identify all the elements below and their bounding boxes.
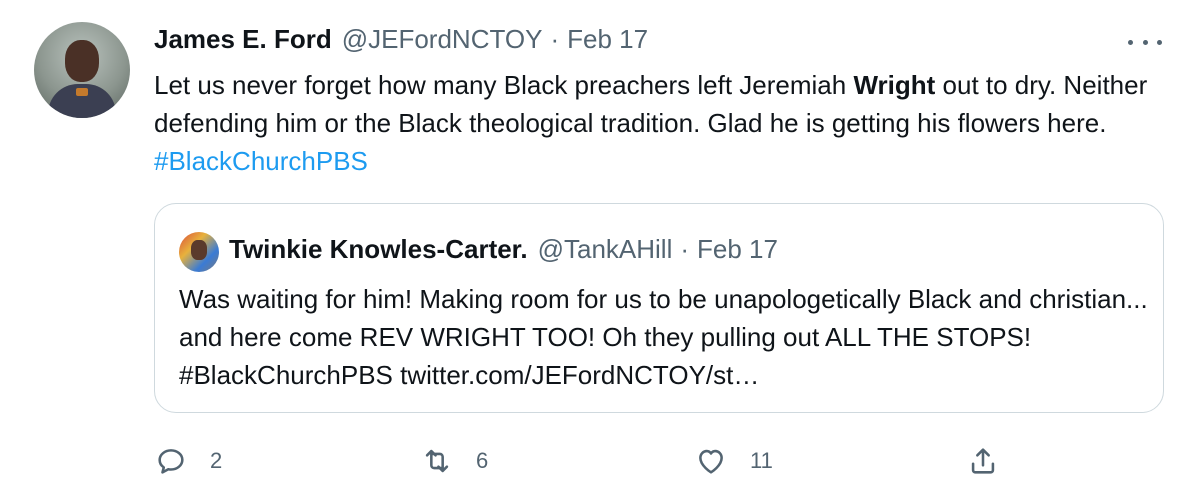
tweet-actions: 2 6 11	[0, 436, 1194, 486]
more-dot	[1157, 39, 1162, 45]
author-avatar[interactable]	[34, 22, 130, 118]
quote-author-avatar[interactable]	[179, 232, 219, 272]
quote-date[interactable]: Feb 17	[697, 234, 778, 265]
avatar-bowtie	[76, 88, 88, 96]
reply-count: 2	[210, 448, 223, 473]
retweet-count: 6	[476, 448, 489, 473]
author-handle[interactable]: @JEFordNCTOY	[342, 24, 543, 55]
tweet-text-bold: Wright	[853, 70, 936, 100]
share-icon	[971, 448, 995, 474]
more-dot	[1128, 39, 1133, 45]
heart-icon	[699, 449, 723, 474]
quote-author-name[interactable]: Twinkie Knowles-Carter.	[229, 234, 528, 265]
quote-text: Was waiting for him! Making room for us …	[179, 284, 1148, 390]
retweet-button[interactable]: 6	[420, 436, 488, 486]
more-dot	[1142, 39, 1148, 45]
tweet-header: James E. Ford @JEFordNCTOY · Feb 17	[154, 24, 648, 60]
tweet-date[interactable]: Feb 17	[567, 24, 648, 55]
quoted-tweet[interactable]: Twinkie Knowles-Carter. @TankAHill · Feb…	[154, 203, 1164, 413]
separator-dot: ·	[550, 24, 560, 54]
retweet-icon	[425, 449, 449, 473]
reply-button[interactable]: 2	[154, 436, 222, 486]
author-name[interactable]: James E. Ford	[154, 24, 332, 55]
more-horizontal-icon[interactable]	[1128, 30, 1162, 54]
avatar-head	[65, 40, 99, 82]
like-button[interactable]: 11	[694, 436, 773, 486]
like-count: 11	[750, 448, 773, 473]
quote-header: Twinkie Knowles-Carter. @TankAHill · Feb…	[229, 234, 778, 265]
hashtag-link[interactable]: #BlackChurchPBS	[154, 146, 368, 176]
tweet-text: Let us never forget how many Black preac…	[154, 66, 1164, 180]
quote-author-handle[interactable]: @TankAHill	[538, 234, 673, 265]
quote-avatar-face	[191, 240, 207, 260]
quote-separator-dot: ·	[680, 234, 690, 264]
share-button[interactable]	[966, 436, 1000, 486]
tweet-text-start: Let us never forget how many Black preac…	[154, 70, 854, 100]
reply-icon	[158, 449, 184, 474]
